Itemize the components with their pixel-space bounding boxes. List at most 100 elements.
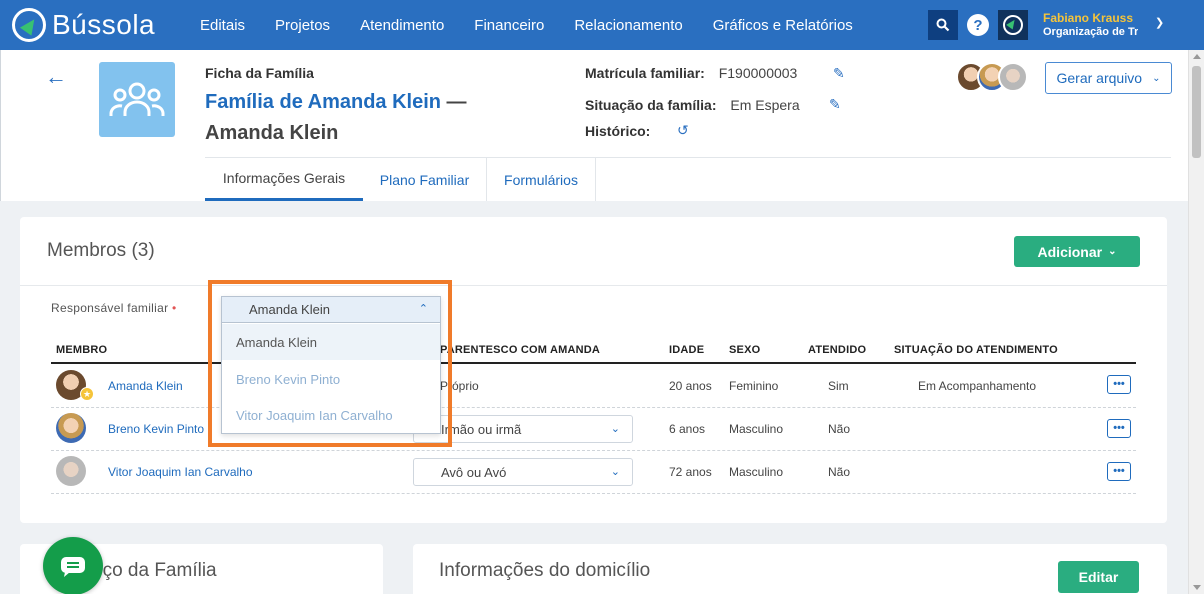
brand[interactable]: Bússola bbox=[12, 8, 155, 42]
compass-logo-icon bbox=[12, 8, 46, 42]
relation-select-value: Avô ou Avó bbox=[441, 465, 507, 480]
member-attended: Sim bbox=[828, 379, 849, 393]
members-card: Membros (3) Adicionar ⌄ Responsável fami… bbox=[20, 217, 1167, 523]
user-name: Fabiano Krauss bbox=[1043, 11, 1134, 25]
situacao-value: Em Espera bbox=[730, 97, 800, 113]
chevron-down-icon: ⌄ bbox=[610, 466, 620, 478]
row-divider bbox=[51, 493, 1136, 494]
card-divider bbox=[20, 285, 1167, 286]
family-title: Família de Amanda Klein — Amanda Klein bbox=[205, 87, 535, 149]
chevron-down-icon: ⌄ bbox=[1108, 246, 1117, 257]
scrollbar[interactable] bbox=[1188, 50, 1204, 594]
chat-icon bbox=[61, 557, 85, 577]
member-sex: Masculino bbox=[729, 465, 784, 479]
row-actions-button[interactable]: ••• bbox=[1107, 419, 1131, 438]
required-mark: • bbox=[172, 301, 177, 315]
address-title: eço da Família bbox=[92, 560, 217, 581]
situacao-label: Situação da família: bbox=[585, 97, 717, 113]
member-age: 72 anos bbox=[669, 465, 712, 479]
col-parentesco: PARENTESCO COM AMANDA bbox=[440, 344, 601, 356]
avatar bbox=[56, 456, 86, 486]
user-organization: Organização de Tre bbox=[1043, 26, 1138, 38]
responsavel-label-text: Responsável familiar bbox=[51, 301, 169, 315]
add-member-button[interactable]: Adicionar ⌄ bbox=[1014, 236, 1140, 267]
gerar-arquivo-button[interactable]: Gerar arquivo ⌄ bbox=[1045, 62, 1172, 94]
users-group-icon bbox=[109, 82, 165, 116]
historico-label: Histórico: bbox=[585, 123, 651, 139]
member-attended: Não bbox=[828, 465, 851, 479]
nav-item-graficos[interactable]: Gráficos e Relatórios bbox=[713, 17, 853, 34]
row-divider bbox=[51, 450, 1136, 451]
scrollbar-thumb[interactable] bbox=[1192, 66, 1201, 158]
ficha-label: Ficha da Família bbox=[205, 65, 314, 81]
main-nav: Editais Projetos Atendimento Financeiro … bbox=[200, 0, 883, 50]
family-header: ← Ficha da Família Família de Amanda Kle… bbox=[0, 50, 1188, 201]
relation-select[interactable]: Avô ou Avó ⌄ bbox=[413, 458, 633, 486]
chevron-down-icon: ⌄ bbox=[610, 423, 620, 435]
member-sex: Feminino bbox=[729, 379, 779, 393]
domicilio-title: Informações do domicílio bbox=[439, 560, 651, 581]
members-title: Membros (3) bbox=[47, 240, 155, 261]
avatar bbox=[56, 413, 86, 443]
row-actions-button[interactable]: ••• bbox=[1107, 375, 1131, 394]
col-atendido: ATENDIDO bbox=[808, 344, 867, 356]
member-age: 6 anos bbox=[669, 422, 706, 436]
family-members-avatars bbox=[956, 62, 1031, 94]
col-idade: IDADE bbox=[669, 344, 705, 356]
relation-select-value: Irmão ou irmã bbox=[441, 422, 522, 437]
brand-name: Bússola bbox=[52, 9, 156, 40]
scroll-up-arrow-icon[interactable] bbox=[1193, 54, 1201, 59]
col-membro: MEMBRO bbox=[56, 344, 108, 356]
family-avatar bbox=[99, 62, 175, 137]
matricula-row: Matrícula familiar: F190000003 bbox=[585, 65, 797, 81]
chevron-down-icon[interactable]: ❯ bbox=[1155, 16, 1164, 29]
nav-item-relacionamento[interactable]: Relacionamento bbox=[574, 17, 682, 34]
chat-button[interactable] bbox=[43, 537, 103, 594]
organization-logo[interactable] bbox=[998, 10, 1028, 40]
edit-matricula-icon[interactable]: ✎ bbox=[833, 65, 845, 82]
responsavel-label: Responsável familiar • bbox=[51, 301, 177, 315]
matricula-label: Matrícula familiar: bbox=[585, 65, 705, 81]
member-status: Em Acompanhamento bbox=[918, 379, 1037, 393]
family-title-link[interactable]: Família de Amanda Klein bbox=[205, 91, 441, 113]
family-title-responsible: Amanda Klein bbox=[205, 122, 339, 144]
chevron-down-icon: ⌄ bbox=[1152, 72, 1161, 84]
star-icon: ★ bbox=[80, 387, 94, 401]
situacao-row: Situação da família: Em Espera bbox=[585, 97, 800, 113]
help-icon[interactable]: ? bbox=[967, 14, 989, 36]
nav-item-financeiro[interactable]: Financeiro bbox=[474, 17, 544, 34]
member-name-link[interactable]: Breno Kevin Pinto bbox=[108, 422, 204, 436]
back-arrow-icon[interactable]: ← bbox=[45, 64, 67, 90]
compass-icon bbox=[1003, 15, 1023, 35]
member-sex: Masculino bbox=[729, 422, 784, 436]
tab-plano-familiar[interactable]: Plano Familiar bbox=[363, 158, 487, 201]
nav-item-projetos[interactable]: Projetos bbox=[275, 17, 330, 34]
edit-situacao-icon[interactable]: ✎ bbox=[829, 96, 841, 113]
nav-item-atendimento[interactable]: Atendimento bbox=[360, 17, 444, 34]
family-title-separator: — bbox=[441, 91, 467, 113]
history-icon[interactable]: ↺ bbox=[677, 122, 689, 139]
add-member-label: Adicionar bbox=[1037, 243, 1103, 260]
search-button[interactable] bbox=[928, 10, 958, 40]
matricula-value: F190000003 bbox=[718, 65, 798, 81]
scroll-down-arrow-icon[interactable] bbox=[1193, 585, 1201, 590]
col-sexo: SEXO bbox=[729, 344, 761, 356]
member-name-link[interactable]: Vitor Joaquim Ian Carvalho bbox=[108, 465, 253, 479]
search-icon bbox=[936, 18, 950, 32]
member-age: 20 anos bbox=[669, 379, 712, 393]
user-menu[interactable]: Fabiano Krauss Organização de Tre bbox=[1043, 11, 1138, 38]
tab-informacoes-gerais[interactable]: Informações Gerais bbox=[205, 158, 363, 201]
edit-button[interactable]: Editar bbox=[1058, 561, 1139, 593]
domicilio-card: Informações do domicílio Editar bbox=[413, 544, 1167, 594]
avatar bbox=[998, 62, 1028, 92]
col-situacao-atendimento: SITUAÇÃO DO ATENDIMENTO bbox=[894, 344, 1058, 356]
top-navbar: Bússola Editais Projetos Atendimento Fin… bbox=[0, 0, 1204, 50]
member-name-link[interactable]: Amanda Klein bbox=[108, 379, 183, 393]
row-actions-button[interactable]: ••• bbox=[1107, 462, 1131, 481]
tab-formularios[interactable]: Formulários bbox=[487, 158, 596, 201]
nav-item-editais[interactable]: Editais bbox=[200, 17, 245, 34]
historico-row: Histórico: bbox=[585, 123, 650, 139]
gerar-arquivo-label: Gerar arquivo bbox=[1056, 70, 1143, 86]
highlight-frame bbox=[208, 280, 452, 447]
member-attended: Não bbox=[828, 422, 851, 436]
